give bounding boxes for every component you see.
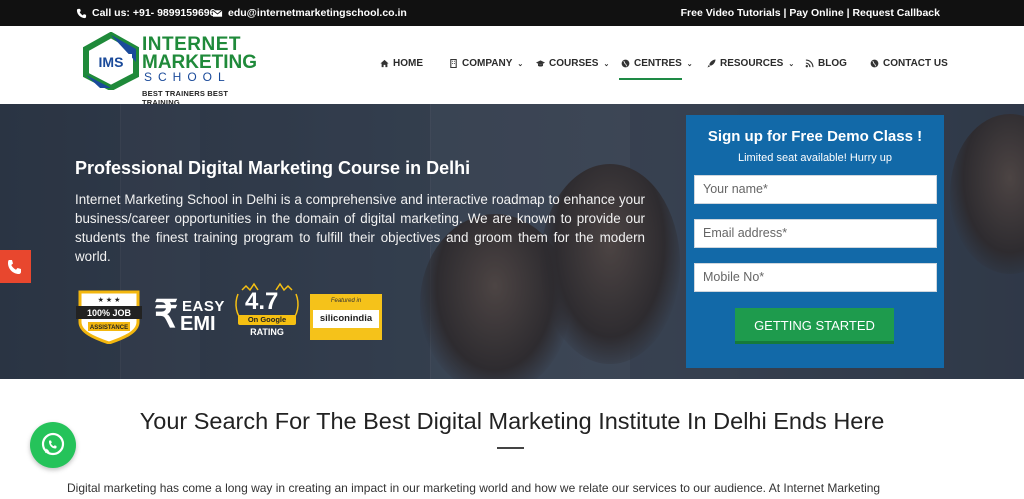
site-logo[interactable]: IMS INTERNET MARKETING SCHOOL BEST TRAIN…	[80, 30, 257, 107]
section-heading: Your Search For The Best Digital Marketi…	[139, 408, 885, 434]
getting-started-button[interactable]: GETTING STARTED	[735, 308, 894, 344]
chevron-down-icon: ⌄	[517, 60, 524, 68]
name-input[interactable]: Your name*	[694, 175, 937, 204]
rating-value: 4.7	[245, 288, 279, 315]
phone-text: Call us: +91- 9899159696	[92, 7, 216, 19]
free-video-tutorials-link[interactable]: Free Video Tutorials	[681, 7, 781, 19]
job-badge-stars: ★ ★ ★	[98, 296, 121, 304]
nav-resources[interactable]: RESOURCES ⌄	[707, 58, 794, 69]
nav-centres[interactable]: CENTRES ⌄	[621, 58, 693, 69]
pay-online-link[interactable]: Pay Online	[789, 7, 843, 19]
call-sticky-button[interactable]	[0, 250, 31, 283]
email-text: edu@internetmarketingschool.co.in	[228, 7, 407, 19]
whatsapp-chat-button[interactable]	[30, 422, 76, 468]
phone-icon	[8, 260, 21, 274]
site-header: IMS INTERNET MARKETING SCHOOL BEST TRAIN…	[0, 26, 1024, 107]
building-icon	[450, 59, 457, 68]
email-contact[interactable]: edu@internetmarketingschool.co.in	[212, 7, 407, 19]
home-icon	[380, 59, 389, 68]
rocket-icon	[707, 59, 716, 68]
nav-resources-label: RESOURCES	[720, 58, 784, 69]
top-links: Free Video Tutorials | Pay Online | Requ…	[681, 7, 940, 19]
ims-logo-mark: IMS	[83, 32, 139, 90]
phone-contact[interactable]: Call us: +91- 9899159696	[76, 7, 215, 19]
globe-icon	[870, 59, 879, 68]
globe-icon	[621, 59, 630, 68]
siliconindia-logo: siliconindia	[313, 310, 379, 328]
rating-source: On Google	[238, 315, 296, 325]
rss-icon	[805, 59, 814, 68]
nav-courses[interactable]: COURSES ⌄	[536, 58, 609, 69]
nav-courses-label: COURSES	[549, 58, 599, 69]
nav-blog[interactable]: BLOG	[805, 58, 847, 69]
graduation-cap-icon	[536, 60, 545, 67]
logo-line-school: SCHOOL	[144, 70, 231, 84]
featured-label: Featured in	[330, 298, 362, 304]
hero-description: Internet Marketing School in Delhi is a …	[75, 192, 645, 264]
logo-mark-text: IMS	[99, 54, 124, 70]
job-assistance-badge: ★ ★ ★ 100% JOB ASSISTANCE	[74, 288, 144, 345]
section-intro-text: Digital marketing has come a long way in…	[67, 481, 881, 495]
form-subtitle: Limited seat available! Hurry up	[737, 152, 893, 164]
featured-in-siliconindia-badge: Featured in siliconindia	[310, 294, 382, 340]
nav-home[interactable]: HOME	[380, 58, 423, 69]
chevron-down-icon: ⌄	[788, 60, 795, 68]
chevron-down-icon: ⌄	[603, 60, 610, 68]
nav-company-label: COMPANY	[462, 58, 513, 69]
phone-icon	[76, 8, 87, 18]
envelope-icon	[212, 9, 223, 17]
mobile-input[interactable]: Mobile No*	[694, 263, 937, 292]
nav-home-label: HOME	[393, 58, 423, 69]
nav-contact-us[interactable]: CONTACT US	[870, 58, 948, 69]
job-badge-line1: 100% JOB	[87, 308, 132, 318]
heading-divider	[497, 447, 524, 449]
nav-contact-us-label: CONTACT US	[883, 58, 948, 69]
demo-signup-form: Sign up for Free Demo Class ! Limited se…	[686, 115, 944, 368]
form-title: Sign up for Free Demo Class !	[707, 128, 923, 145]
google-rating-badge: 4.7 On Google RATING	[232, 282, 302, 342]
whatsapp-icon	[41, 432, 65, 456]
rupee-icon: ₹	[154, 294, 179, 336]
rating-label: RATING	[250, 327, 284, 337]
chevron-down-icon: ⌄	[686, 60, 693, 68]
easy-emi-badge: ₹ EASY EMI	[154, 294, 228, 338]
hero-title: Professional Digital Marketing Course in…	[75, 158, 471, 178]
nav-company[interactable]: COMPANY ⌄	[449, 58, 523, 69]
nav-centres-label: CENTRES	[634, 58, 682, 69]
job-badge-line2: ASSISTANCE	[90, 325, 128, 331]
top-bar: Call us: +91- 9899159696 edu@internetmar…	[0, 0, 1024, 26]
nav-active-indicator	[619, 78, 682, 80]
nav-blog-label: BLOG	[818, 58, 847, 69]
email-input[interactable]: Email address*	[694, 219, 937, 248]
request-callback-link[interactable]: Request Callback	[852, 7, 940, 19]
emi-badge-line2: EMI	[180, 313, 216, 335]
